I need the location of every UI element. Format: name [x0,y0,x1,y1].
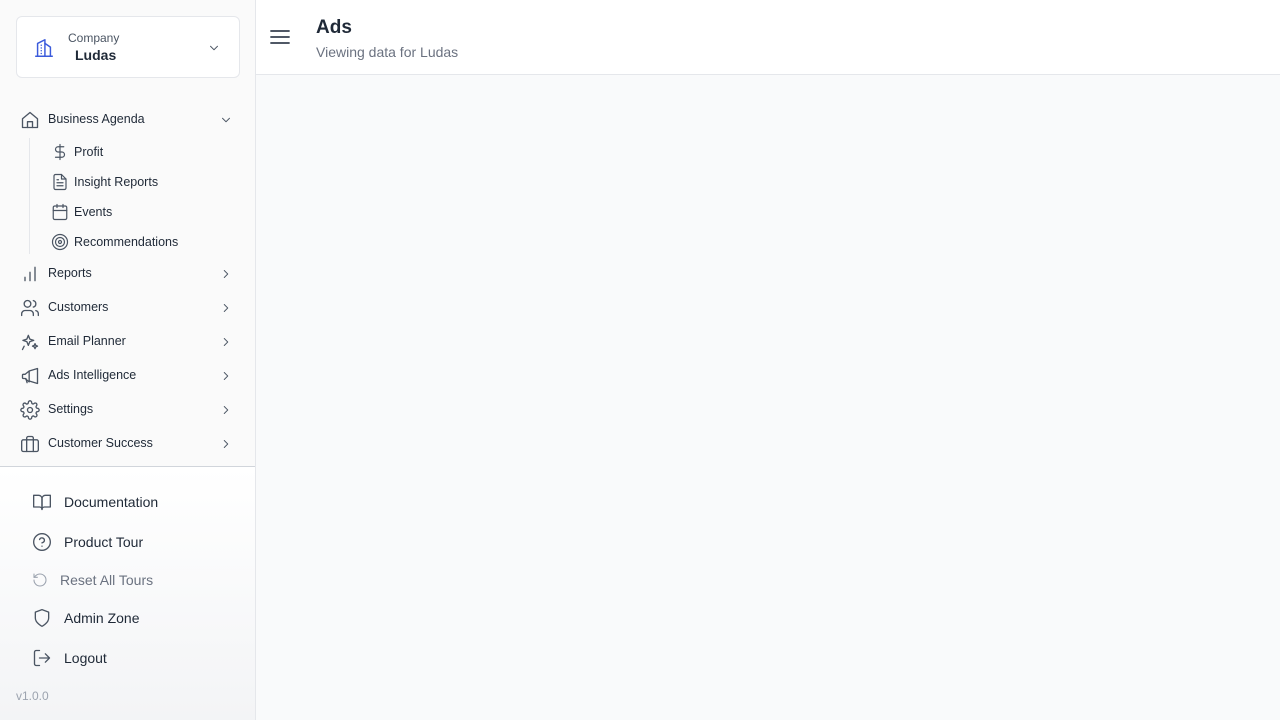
briefcase-icon [21,435,39,453]
nav-sub-insight-reports[interactable]: Insight Reports [48,167,248,197]
rotate-ccw-icon [33,573,47,587]
company-name: Ludas [75,47,117,63]
document-icon [53,173,67,191]
calendar-icon [52,203,68,221]
nav-settings[interactable]: Settings [0,393,256,427]
util-label: Logout [64,650,107,666]
building-icon [35,39,53,57]
logout-button[interactable]: Logout [0,640,255,676]
nav-sub-label: Profit [74,145,104,159]
chevron-right-icon [223,406,229,414]
nav-label: Reports [48,266,92,280]
nav-sub-label: Recommendations [74,235,179,249]
hamburger-menu-icon[interactable] [268,25,292,49]
page-title: Ads [316,17,352,38]
top-bar: Ads Viewing data for Ludas [256,0,1280,75]
chevron-down-icon [210,45,218,51]
gear-icon [20,400,40,420]
chevron-right-icon [223,270,229,278]
help-circle-icon [33,533,51,551]
reset-tours-button[interactable]: Reset All Tours [0,562,255,598]
nav-label: Customers [48,300,109,314]
chevron-right-icon [223,440,229,448]
product-tour-button[interactable]: Product Tour [0,524,255,560]
util-label: Admin Zone [64,610,140,626]
nav-sub-label: Insight Reports [74,175,159,189]
nav-sub-profit[interactable]: Profit [48,137,248,167]
nav-email-planner[interactable]: Email Planner [0,325,256,359]
admin-zone-link[interactable]: Admin Zone [0,600,255,636]
page-subtitle: Viewing data for Ludas [316,44,459,60]
company-selector[interactable]: Company Ludas [16,16,240,78]
nav-label: Ads Intelligence [48,368,137,382]
submenu-rail [29,138,30,254]
chevron-right-icon [223,338,229,346]
sidebar: Company Ludas Business Agenda Profit Ins… [0,0,256,720]
nav-reports[interactable]: Reports [0,257,256,291]
nav-customers[interactable]: Customers [0,291,256,325]
nav-ads-intelligence[interactable]: Ads Intelligence [0,359,256,393]
nav-label: Settings [48,402,94,416]
nav-sub-label: Events [74,205,113,219]
book-icon [33,494,51,511]
company-label: Company [68,31,120,45]
dollar-icon [54,143,66,161]
shield-icon [34,609,50,627]
documentation-link[interactable]: Documentation [0,484,255,520]
nav-label: Email Planner [48,334,126,348]
version-label: v1.0.0 [16,689,49,703]
util-label: Product Tour [64,534,144,550]
main-content [256,75,1280,720]
nav-business-agenda[interactable]: Business Agenda [0,103,256,137]
sparkles-icon [21,334,39,351]
bar-chart-icon [24,266,36,282]
util-label: Reset All Tours [60,572,154,588]
util-label: Documentation [64,494,159,510]
users-icon [21,299,39,317]
logout-icon [33,649,51,667]
nav-sub-recommendations[interactable]: Recommendations [48,227,248,257]
home-icon [21,111,39,129]
megaphone-icon [21,367,39,385]
chevron-right-icon [223,304,229,312]
chevron-down-icon [222,117,230,123]
nav-sub-events[interactable]: Events [48,197,248,227]
chevron-right-icon [223,372,229,380]
nav-customer-success[interactable]: Customer Success [0,427,256,461]
target-icon [51,233,69,251]
nav-label: Customer Success [48,436,153,450]
nav-label: Business Agenda [48,112,145,126]
